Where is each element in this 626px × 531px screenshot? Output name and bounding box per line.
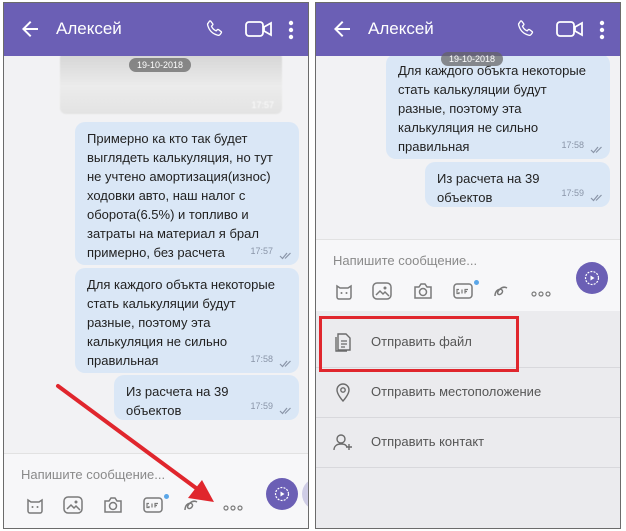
new-badge-dot (474, 280, 479, 285)
gif-icon[interactable] (452, 280, 474, 302)
message-input[interactable]: Напишите сообщение... (333, 253, 477, 268)
location-pin-icon (336, 383, 350, 403)
more-options-icon[interactable] (288, 19, 294, 41)
camera-icon[interactable] (102, 494, 124, 516)
chat-header: Алексей (4, 3, 308, 56)
back-arrow-icon[interactable] (18, 17, 42, 41)
send-contact-item[interactable]: Отправить контакт (316, 418, 620, 468)
delivered-checkmarks-icon (279, 360, 291, 368)
play-icon (584, 270, 600, 286)
gallery-icon[interactable] (62, 494, 84, 516)
video-call-icon[interactable] (245, 20, 273, 38)
date-label: 19-10-2018 (129, 58, 192, 72)
message-list[interactable]: Для каждого объкта некоторые стать кальк… (316, 56, 620, 239)
play-icon (274, 486, 290, 502)
message-list[interactable]: 17:57 19-10-2018 Примерно ка кто так буд… (4, 56, 308, 453)
message-composer: Напишите сообщение... (316, 239, 620, 311)
camera-icon[interactable] (412, 280, 434, 302)
message-bubble[interactable]: Из расчета на 39 объектов 17:59 (425, 162, 610, 207)
message-time: 17:59 (250, 401, 273, 411)
message-time: 17:58 (250, 354, 273, 364)
phone-call-icon[interactable] (515, 19, 535, 39)
gif-icon[interactable] (142, 494, 164, 516)
gallery-icon[interactable] (371, 280, 393, 302)
menu-item-label: Отправить контакт (371, 434, 485, 449)
doodle-icon[interactable] (180, 494, 202, 516)
phone-call-icon[interactable] (204, 19, 224, 39)
message-bubble[interactable]: Примерно ка кто так будет выглядеть каль… (75, 122, 299, 265)
chat-screen-right: Алексей 19-10-2018 Для каждого объкта не… (315, 2, 621, 529)
message-bubble[interactable]: Для каждого объкта некоторые стать кальк… (386, 56, 610, 159)
tutorial-screenshot: Алексей 17:57 19-10-2018 Примерно ка кто… (0, 0, 626, 531)
chat-screen-left: Алексей 17:57 19-10-2018 Примерно ка кто… (3, 2, 309, 529)
highlight-box (319, 316, 519, 372)
more-options-icon[interactable] (599, 19, 605, 41)
doodle-icon[interactable] (490, 280, 512, 302)
delivered-checkmarks-icon (279, 252, 291, 260)
send-button[interactable] (302, 478, 308, 510)
message-input[interactable]: Напишите сообщение... (21, 467, 165, 482)
date-label: 19-10-2018 (441, 52, 504, 66)
send-location-item[interactable]: Отправить местоположение (316, 368, 620, 418)
photo-time: 17:57 (251, 100, 274, 110)
message-bubble[interactable]: Из расчета на 39 объектов 17:59 (114, 375, 299, 420)
delivered-checkmarks-icon (279, 407, 291, 415)
video-call-icon[interactable] (556, 20, 584, 38)
more-attachments-icon[interactable] (530, 280, 552, 302)
back-arrow-icon[interactable] (330, 17, 354, 41)
menu-item-label: Отправить местоположение (371, 384, 542, 399)
add-contact-icon (333, 434, 352, 451)
message-composer: Напишите сообщение... (4, 453, 308, 528)
delivered-checkmarks-icon (590, 194, 602, 202)
contact-name[interactable]: Алексей (56, 19, 122, 39)
sticker-icon[interactable] (24, 494, 46, 516)
more-attachments-icon[interactable] (222, 494, 244, 516)
voice-message-button[interactable] (576, 262, 608, 294)
message-time: 17:59 (561, 188, 584, 198)
voice-message-button[interactable] (266, 478, 298, 510)
delivered-checkmarks-icon (590, 146, 602, 154)
contact-name[interactable]: Алексей (368, 19, 434, 39)
new-badge-dot (164, 494, 169, 499)
message-time: 17:57 (250, 246, 273, 256)
chat-header: Алексей 19-10-2018 (316, 3, 620, 66)
sticker-icon[interactable] (333, 280, 355, 302)
message-time: 17:58 (561, 140, 584, 150)
message-bubble[interactable]: Для каждого объкта некоторые стать кальк… (75, 268, 299, 373)
